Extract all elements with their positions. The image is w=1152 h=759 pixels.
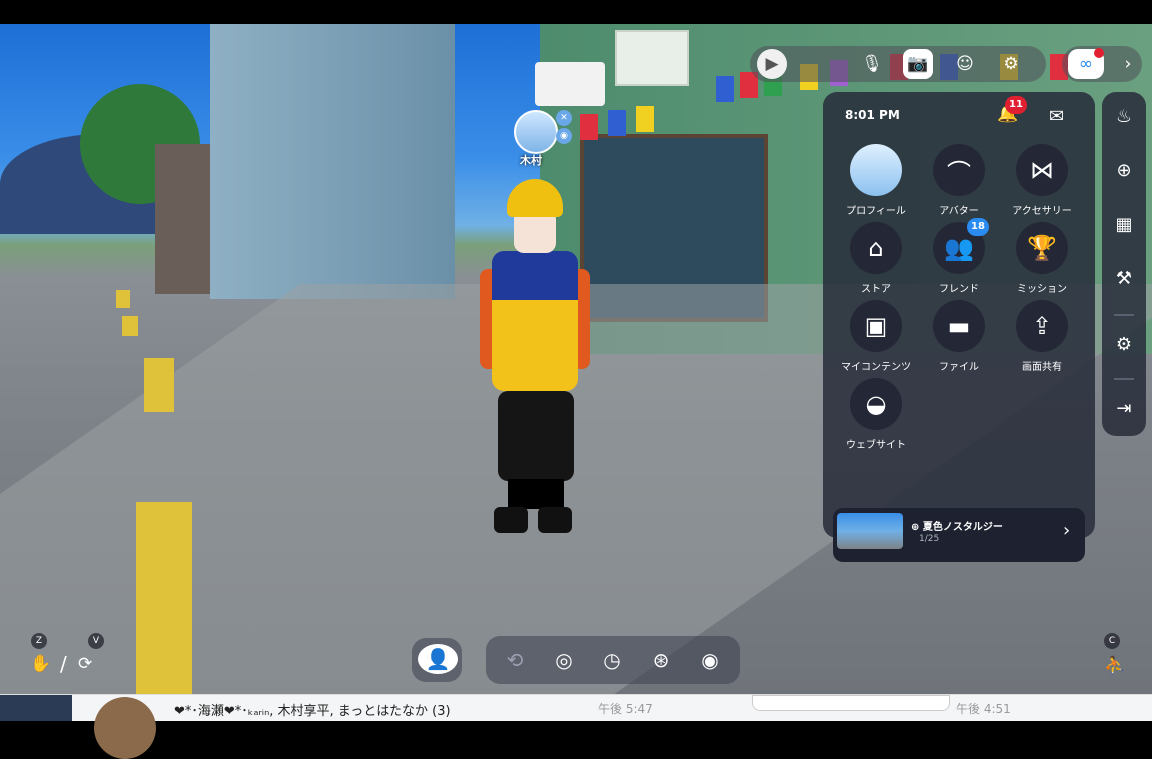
sidebar-divider: [1114, 378, 1134, 380]
exit-icon[interactable]: ⇥: [1109, 394, 1139, 424]
road-line: [136, 502, 192, 694]
chat-time: 午後 4:51: [956, 702, 1011, 716]
friends-count-badge: 18: [967, 218, 989, 236]
menu-item-label: ファイル: [939, 362, 979, 373]
camera-button[interactable]: 📷: [903, 49, 933, 79]
gear-icon[interactable]: ⚙: [1109, 330, 1139, 360]
calendar-icon[interactable]: ▦: [1109, 210, 1139, 240]
chevron-right-icon[interactable]: ›: [1063, 520, 1070, 541]
mic-muted-icon: ✕: [556, 110, 572, 126]
chat-avatar: [94, 697, 156, 759]
world-page-count: 1/25: [919, 534, 940, 544]
background-chat-strip: ❤*･海瀬❤*･ₖₐᵣᵢₙ, 木村享平, まっとはたなか (3) 午後 5:47…: [0, 694, 1152, 759]
menu-item-avatar[interactable]: ⌒ アバター: [919, 144, 999, 220]
globe-icon[interactable]: ⊕: [1109, 156, 1139, 186]
avatar-shoe: [538, 507, 572, 533]
timer-icon[interactable]: ◷: [597, 645, 627, 675]
profile-avatar-icon: [850, 144, 902, 196]
camera-shutter-icon[interactable]: ⊛: [646, 645, 676, 675]
folder-icon: ▬: [933, 300, 985, 352]
avatar-circle-icon[interactable]: ◎: [549, 645, 579, 675]
key-hint-v: V: [88, 633, 104, 649]
bow-icon: ⋈: [1016, 144, 1068, 196]
crouch-icon[interactable]: ⛹: [1104, 656, 1125, 676]
menu-item-screen-share[interactable]: ⇪ 画面共有: [1002, 300, 1082, 376]
menu-item-store[interactable]: ⌂ ストア: [836, 222, 916, 298]
clock: 8:01 PM: [845, 108, 900, 122]
menu-item-label: アバター: [939, 206, 979, 217]
world-thumbnail: [837, 513, 903, 549]
menu-item-my-content[interactable]: ▣ マイコンテンツ: [836, 300, 916, 376]
menu-item-label: 画面共有: [1022, 362, 1062, 373]
menu-item-mission[interactable]: 🏆 ミッション: [1002, 222, 1082, 298]
menu-item-label: ミッション: [1017, 284, 1067, 295]
key-hint-z: Z: [31, 633, 47, 649]
menu-item-label: ウェブサイト: [846, 440, 906, 451]
menu-item-friends[interactable]: 👥 18 フレンド: [919, 218, 999, 298]
mail-icon[interactable]: ✉: [1049, 106, 1064, 127]
player-avatar[interactable]: [480, 179, 590, 539]
fire-icon[interactable]: ♨: [1109, 102, 1139, 132]
chat-time: 午後 5:47: [598, 702, 653, 716]
world-name: ⊕ 夏色ノスタルジー: [911, 522, 1003, 533]
menu-item-label: ストア: [861, 284, 891, 295]
road-line: [116, 290, 130, 308]
menu-item-label: フレンド: [939, 284, 979, 295]
menu-item-profile[interactable]: プロフィール: [836, 144, 916, 220]
first-person-icon[interactable]: 👤: [418, 644, 458, 674]
sliders-icon[interactable]: ⚙: [996, 49, 1026, 79]
hanger-icon: ⌒: [933, 144, 985, 196]
hand-wave-icon[interactable]: ✋: [30, 654, 51, 674]
sync-icon[interactable]: ⟲: [500, 645, 530, 675]
mic-muted-icon[interactable]: 🎙: [857, 49, 887, 79]
camera-rotate-icon[interactable]: ⟳: [78, 654, 92, 674]
expand-arrow-icon[interactable]: ›: [1118, 49, 1138, 79]
menu-item-website[interactable]: ◒ ウェブサイト: [836, 378, 916, 454]
logo-notification-dot: [1094, 48, 1104, 58]
menu-item-accessory[interactable]: ⋈ アクセサリー: [1002, 144, 1082, 220]
avatar-jacket: [492, 251, 578, 391]
camera-icon: ◉: [556, 128, 572, 144]
menu-item-label: マイコンテンツ: [841, 362, 911, 373]
menu-item-files[interactable]: ▬ ファイル: [919, 300, 999, 376]
strip-sidebar: [0, 695, 72, 721]
trophy-icon: 🏆: [1016, 222, 1068, 274]
road-line: [144, 358, 174, 412]
avatar-shoe: [494, 507, 528, 533]
road-line: [122, 316, 138, 336]
menu-item-label: プロフィール: [846, 206, 906, 217]
notification-count-badge: 11: [1005, 96, 1027, 114]
right-sidebar: ♨ ⊕ ▦ ⚒ ⚙ ⇥: [1102, 92, 1146, 436]
current-world-card[interactable]: ⊕ 夏色ノスタルジー 1/25 ›: [833, 508, 1085, 562]
main-menu-panel: 8:01 PM 🔔 11 ✉ プロフィール ⌒ アバター ⋈ アクセサリー ⌂ …: [823, 92, 1095, 562]
chat-preview[interactable]: ❤*･海瀬❤*･ₖₐᵣᵢₙ, 木村享平, まっとはたなか (3): [174, 700, 451, 719]
friends-icon: 👥 18: [933, 218, 989, 274]
key-hint-c: C: [1104, 633, 1120, 649]
avatar-legs: [508, 479, 564, 509]
metal-building: [210, 24, 455, 299]
hammer-icon[interactable]: ⚒: [1109, 264, 1139, 294]
play-icon[interactable]: ▶: [757, 49, 787, 79]
avatar-name: 木村: [520, 154, 542, 167]
emote-icon[interactable]: ☺: [950, 49, 980, 79]
sidebar-divider: [1114, 314, 1134, 316]
game-viewport[interactable]: ✕ ◉ 木村 ▶ 🎙 📷 ☺ ⚙ ∞ › 8:01 PM 🔔 11 ✉ プロフィ…: [0, 24, 1152, 694]
globe-icon: ⊕: [911, 522, 923, 533]
web-icon: ◒: [850, 378, 902, 430]
avatar-nametag[interactable]: ✕ ◉ 木村: [514, 110, 574, 170]
box-icon: ▣: [850, 300, 902, 352]
nametag-avatar-image: [514, 110, 558, 154]
avatar-pants: [498, 391, 574, 481]
top-black-bar: [0, 0, 1152, 24]
mini-tabbar: [752, 695, 950, 711]
eye-icon[interactable]: ◉: [695, 645, 725, 675]
screen-share-icon: ⇪: [1016, 300, 1068, 352]
avatar-helmet: [507, 179, 563, 217]
store-icon: ⌂: [850, 222, 902, 274]
slash-separator: /: [60, 652, 67, 676]
menu-item-label: アクセサリー: [1012, 206, 1072, 217]
